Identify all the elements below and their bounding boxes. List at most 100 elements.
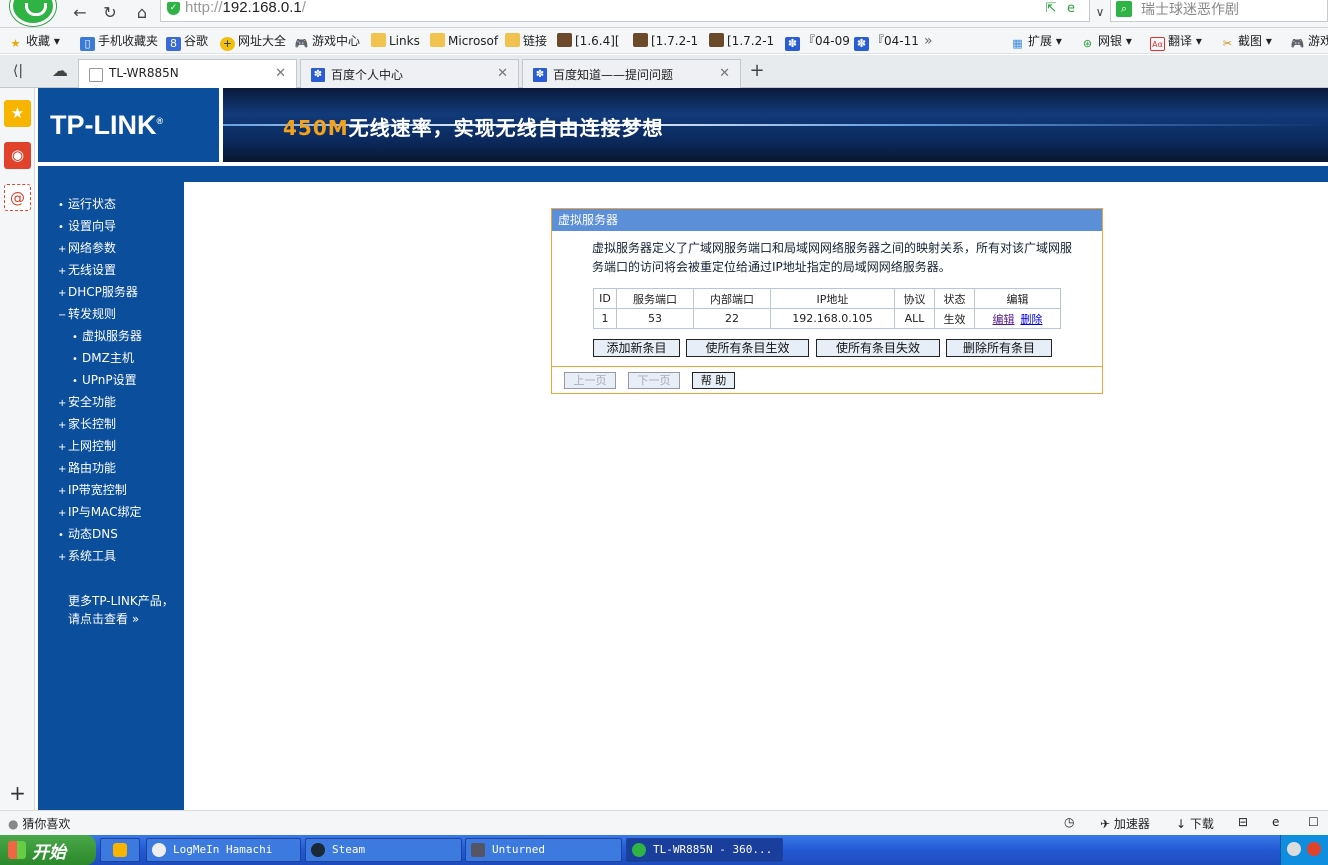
menu-item-access-control[interactable]: + 上网控制 <box>58 436 116 456</box>
unturned-icon <box>471 843 485 857</box>
close-icon[interactable]: ✕ <box>719 66 730 81</box>
cloud-icon[interactable]: ☁ <box>48 60 72 82</box>
menu-item-system-tools[interactable]: + 系统工具 <box>58 546 116 566</box>
slogan: 450M无线速率，实现无线自由连接梦想 <box>283 116 664 140</box>
delete-all-button[interactable]: 删除所有条目 <box>946 339 1052 357</box>
share-icon[interactable]: ⇱ <box>1043 1 1059 17</box>
bookmark-item[interactable]: [1.7.2-1 <box>709 32 774 50</box>
help-button[interactable]: 帮 助 <box>692 372 735 389</box>
bookmark-nav[interactable]: + 网址大全 <box>220 32 286 51</box>
quick-launch[interactable] <box>100 838 140 862</box>
guess-like[interactable]: ● 猜你喜欢 <box>8 815 70 832</box>
bookmark-google[interactable]: 8 谷歌 <box>166 32 208 51</box>
taskbar-item-steam[interactable]: Steam <box>305 838 462 862</box>
menu-item-security[interactable]: + 安全功能 <box>58 392 116 412</box>
tab-tl-wr885n[interactable]: TL-WR885N ✕ <box>78 59 297 89</box>
chevron-down-icon[interactable]: ∨ <box>1088 1 1112 23</box>
translate-button[interactable]: Aα 翻译 ▾ <box>1150 32 1202 51</box>
extensions-button[interactable]: ▦ 扩展 ▾ <box>1010 32 1062 50</box>
close-icon[interactable]: ✕ <box>275 66 286 81</box>
bookmark-item[interactable]: [1.7.2-1 <box>633 32 698 50</box>
taskbar-item-browser[interactable]: TL-WR885N - 360... <box>626 838 783 862</box>
tab-baidu-zhidao[interactable]: ✽ 百度知道——提问问题 ✕ <box>522 59 741 88</box>
menu-item-ip-mac[interactable]: + IP与MAC绑定 <box>58 502 142 522</box>
mail-icon[interactable]: @ <box>4 184 31 211</box>
disable-all-button[interactable]: 使所有条目失效 <box>816 339 940 357</box>
start-button[interactable]: 开始 <box>0 835 96 865</box>
weibo-icon[interactable]: ◉ <box>4 142 31 169</box>
home-icon[interactable]: ⌂ <box>130 2 154 24</box>
bookmark-link-folder[interactable]: 链接 <box>505 32 547 50</box>
bookmark-more-button[interactable]: » <box>924 32 933 50</box>
edit-link[interactable]: 编辑 <box>993 313 1015 326</box>
back-arrow-icon[interactable]: ← <box>68 2 92 24</box>
tab-list-icon[interactable]: ⟨| <box>6 60 30 82</box>
menu-item-wizard[interactable]: • 设置向导 <box>58 216 116 236</box>
enable-all-button[interactable]: 使所有条目生效 <box>686 339 809 357</box>
weibo-tray-icon[interactable] <box>1307 842 1321 856</box>
cell-ip: 192.168.0.105 <box>770 308 895 329</box>
ie-icon[interactable]: e <box>1272 815 1279 829</box>
new-tab-button[interactable]: + <box>745 60 769 82</box>
url-input[interactable]: ✓ http://192.168.0.1/ ⇱ e <box>160 0 1090 22</box>
browser-logo-icon[interactable] <box>10 0 56 26</box>
menu-item-dhcp[interactable]: + DHCP服务器 <box>58 282 138 302</box>
accelerator-button[interactable]: ✈ 加速器 <box>1100 815 1150 832</box>
menu-item-status[interactable]: • 运行状态 <box>58 194 116 214</box>
menu-item-upnp[interactable]: • UPnP设置 <box>72 370 137 390</box>
reader-icon[interactable]: ⊟ <box>1238 815 1248 829</box>
refresh-icon[interactable]: ↻ <box>98 2 122 24</box>
virtual-server-table: ID 服务端口 内部端口 IP地址 协议 状态 编辑 1 53 22 192.1… <box>593 288 1061 329</box>
menu-item-bandwidth[interactable]: + IP带宽控制 <box>58 480 127 500</box>
bookmark-favorites[interactable]: ★ 收藏 ▾ <box>8 32 60 50</box>
games-button[interactable]: 🎮 游戏 <box>1290 32 1328 50</box>
clock-icon[interactable]: ◷ <box>1064 815 1074 829</box>
bookmarks-bar: ★ 收藏 ▾ ▯ 手机收藏夹 8 谷歌 + 网址大全 🎮 游戏中心 Links Micro… <box>0 28 1328 54</box>
router-menu: • 运行状态 • 设置向导 + 网络参数 + 无线设置 + DHCP服务器 − 转发规则 •… <box>38 182 184 810</box>
menu-item-ddns[interactable]: • 动态DNS <box>58 524 118 544</box>
prev-page-button[interactable]: 上一页 <box>564 372 616 389</box>
col-edit: 编辑 <box>974 288 1061 309</box>
menu-item-wireless[interactable]: + 无线设置 <box>58 260 116 280</box>
menu-item-routing[interactable]: + 路由功能 <box>58 458 116 478</box>
close-icon[interactable]: ✕ <box>497 66 508 81</box>
steam-tray-icon[interactable] <box>1287 842 1301 856</box>
next-page-button[interactable]: 下一页 <box>628 372 680 389</box>
taskbar-item-hamachi[interactable]: LogMeIn Hamachi <box>146 838 301 862</box>
compat-mode-icon[interactable]: e <box>1063 1 1079 17</box>
window-icon[interactable]: ☐ <box>1308 815 1319 829</box>
search-icon: ⌕ <box>1116 1 1132 17</box>
menu-item-network[interactable]: + 网络参数 <box>58 238 116 258</box>
add-entry-button[interactable]: 添加新条目 <box>593 339 680 357</box>
download-button[interactable]: ↓ 下载 <box>1176 815 1214 832</box>
tab-baidu-center[interactable]: ✽ 百度个人中心 ✕ <box>300 59 519 88</box>
panel-description: 虚拟服务器定义了广域网服务端口和局域网网络服务器之间的映射关系，所有对该广域网服… <box>592 241 1073 274</box>
bookmark-links[interactable]: Links <box>371 32 420 50</box>
add-icon[interactable]: + <box>4 780 31 807</box>
page-icon <box>89 68 103 82</box>
screenshot-button[interactable]: ✂ 截图 ▾ <box>1220 32 1272 50</box>
bookmark-item[interactable]: ✽ 『04-11 <box>854 32 919 51</box>
bookmark-item[interactable]: [1.6.4][ <box>557 32 620 50</box>
more-products-link[interactable]: 更多TP-LINK产品， 请点击查看 » <box>68 592 174 628</box>
table-header-row: ID 服务端口 内部端口 IP地址 协议 状态 编辑 <box>593 288 1061 309</box>
bookmark-games[interactable]: 🎮 游戏中心 <box>294 32 360 50</box>
menu-item-dmz[interactable]: • DMZ主机 <box>72 348 134 368</box>
tab-label: 百度个人中心 <box>331 68 404 82</box>
bank-button[interactable]: ⊛ 网银 ▾ <box>1080 32 1132 50</box>
star-icon[interactable]: ★ <box>4 100 31 127</box>
bookmark-item[interactable]: ✽ 『04-09 <box>785 32 850 51</box>
bookmark-microsoft[interactable]: Microsof <box>430 32 498 50</box>
delete-link[interactable]: 删除 <box>1021 313 1043 326</box>
app-icon <box>113 843 127 857</box>
hamachi-icon <box>152 843 166 857</box>
menu-item-parental[interactable]: + 家长控制 <box>58 414 116 434</box>
col-protocol: 协议 <box>894 288 935 309</box>
search-input[interactable]: ⌕ 瑞士球迷恶作剧 <box>1110 0 1328 22</box>
menu-item-virtual-server[interactable]: • 虚拟服务器 <box>72 326 142 346</box>
taskbar-item-unturned[interactable]: Unturned <box>465 838 622 862</box>
menu-item-forwarding[interactable]: − 转发规则 <box>58 304 116 324</box>
bookmark-mobile[interactable]: ▯ 手机收藏夹 <box>80 32 158 51</box>
tp-link-logo: TP-LINK® <box>38 88 219 162</box>
header-divider <box>38 166 1328 182</box>
